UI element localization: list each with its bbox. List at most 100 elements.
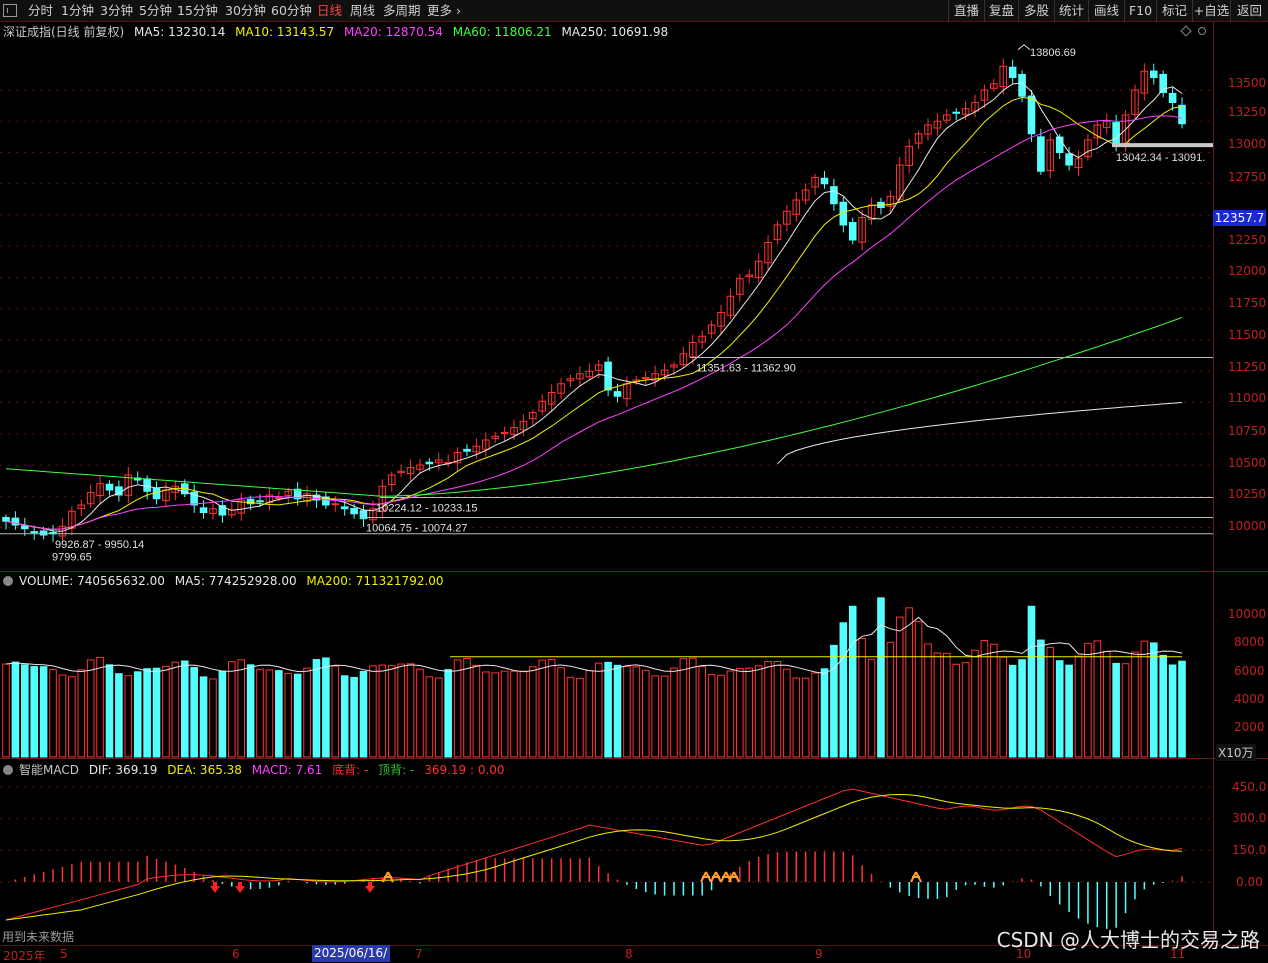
volume-bar <box>566 676 575 758</box>
panel-toggle-icon[interactable] <box>3 576 13 586</box>
candle-body <box>1112 122 1120 147</box>
ma60-line <box>5 317 1183 497</box>
volume-bar <box>623 666 631 758</box>
candle-body <box>30 531 39 534</box>
volume-bar <box>21 664 29 758</box>
panel-toggle-icon[interactable] <box>3 765 13 775</box>
price-y-tick: 11250 <box>1228 360 1267 374</box>
date-axis-label: 7 <box>415 947 423 961</box>
volume-bar <box>1018 659 1026 758</box>
volume-bar <box>133 671 142 758</box>
volume-bar <box>275 670 283 758</box>
volume-bar <box>416 668 424 758</box>
volume-bar <box>312 659 321 758</box>
price-panel-header: 深证成指(日线 前复权) MA5: 13230.14 MA10: 13143.5… <box>3 23 674 40</box>
volume-bar <box>736 667 744 758</box>
circle-icon[interactable] <box>1198 27 1206 35</box>
volume-y-tick: 4000 <box>1234 692 1265 706</box>
volume-bar <box>115 673 123 758</box>
volume-bar <box>1121 663 1130 758</box>
high-label: 13806.69 <box>1030 47 1076 59</box>
watermark: CSDN @人大博士的交易之路 <box>996 928 1260 952</box>
candle-body <box>1065 153 1073 166</box>
volume-bar <box>387 665 396 758</box>
ma10-label: MA10: 13143.57 <box>235 25 335 39</box>
volume-bar <box>152 667 161 758</box>
volume-bar <box>754 665 763 758</box>
volume-ma200-label: MA200: 711321792.00 <box>306 574 444 588</box>
price-panel-title[interactable]: 深证成指(日线 前复权) <box>3 25 124 39</box>
volume-bar <box>519 670 528 758</box>
volume-bar <box>369 665 377 758</box>
volume-bar <box>848 605 857 758</box>
volume-bar <box>990 643 998 758</box>
high-marker <box>1017 44 1031 51</box>
volume-bar <box>463 657 471 758</box>
volume-bar <box>491 672 500 758</box>
candle-body <box>641 377 650 379</box>
volume-bar <box>209 678 217 758</box>
buy-signal-arrow-icon <box>365 882 375 893</box>
ma20-line <box>5 115 1183 530</box>
panel-separator-volume-macd <box>0 758 1268 759</box>
volume-bar <box>1046 647 1055 758</box>
candle-body <box>2 517 10 522</box>
volume-bar <box>58 674 67 758</box>
date-axis-label: 6 <box>232 947 240 961</box>
volume-bar <box>585 670 594 758</box>
volume-ma5-label: MA5: 774252928.00 <box>174 574 297 588</box>
volume-bar <box>933 652 942 758</box>
volume-bar <box>1149 642 1158 758</box>
volume-bar <box>895 616 904 758</box>
price-y-tick: 12250 <box>1228 233 1267 247</box>
candle-body <box>143 478 151 492</box>
volume-bar <box>717 674 725 758</box>
candle-body <box>1037 136 1045 172</box>
dif-label: DIF: 369.19 <box>88 763 158 777</box>
candle-body <box>340 506 349 510</box>
panel-separator-price-volume <box>0 571 1268 572</box>
price-y-tick: 10000 <box>1228 519 1267 533</box>
candle-body <box>256 500 264 503</box>
volume-bar <box>604 661 612 758</box>
candle-body <box>39 530 48 536</box>
volume-bar <box>256 668 264 758</box>
volume-bar <box>472 664 481 758</box>
ma5-line <box>5 82 1183 532</box>
volume-bar <box>783 668 791 758</box>
volume-bar <box>30 666 39 758</box>
volume-bar <box>49 668 57 758</box>
signal-person-icon <box>700 871 712 883</box>
price-y-tick: 10250 <box>1228 487 1267 501</box>
ma60-label: MA60: 11806.21 <box>452 25 552 39</box>
volume-bar <box>1159 654 1167 758</box>
macd-y-tick: 450.0 <box>1232 780 1267 794</box>
volume-bar <box>679 658 688 758</box>
volume-bar <box>830 644 838 758</box>
candle-body <box>105 483 114 491</box>
volume-bar <box>792 677 801 758</box>
volume-bar <box>397 663 405 758</box>
volume-y-tick: 8000 <box>1234 635 1265 649</box>
date-axis-label: 9 <box>815 947 823 961</box>
volume-bar <box>801 677 810 758</box>
volume-bar <box>538 659 547 758</box>
volume-bar <box>1065 664 1073 758</box>
volume-bar <box>688 657 697 758</box>
volume-bar <box>350 676 358 758</box>
price-y-tick: 11000 <box>1228 391 1267 405</box>
volume-bar <box>1008 664 1017 758</box>
signal-person-icon <box>910 871 922 883</box>
date-cursor-label: 2025/06/16/一 <box>312 945 390 962</box>
volume-bar <box>246 664 255 758</box>
volume-bar <box>284 673 293 758</box>
volume-bar <box>162 665 170 758</box>
bottom-divergence-label: 底背: - <box>332 763 369 777</box>
chart-canvas[interactable]: 10224.12 - 10233.1510064.75 - 10074.2799… <box>0 0 1268 963</box>
price-y-tick: 12000 <box>1228 264 1267 278</box>
gap-9926-label: 9926.87 - 9950.14 <box>55 539 144 551</box>
volume-bar <box>77 669 86 758</box>
volume-bar <box>406 663 415 758</box>
volume-bar <box>1037 639 1045 758</box>
candle-body <box>830 186 838 205</box>
